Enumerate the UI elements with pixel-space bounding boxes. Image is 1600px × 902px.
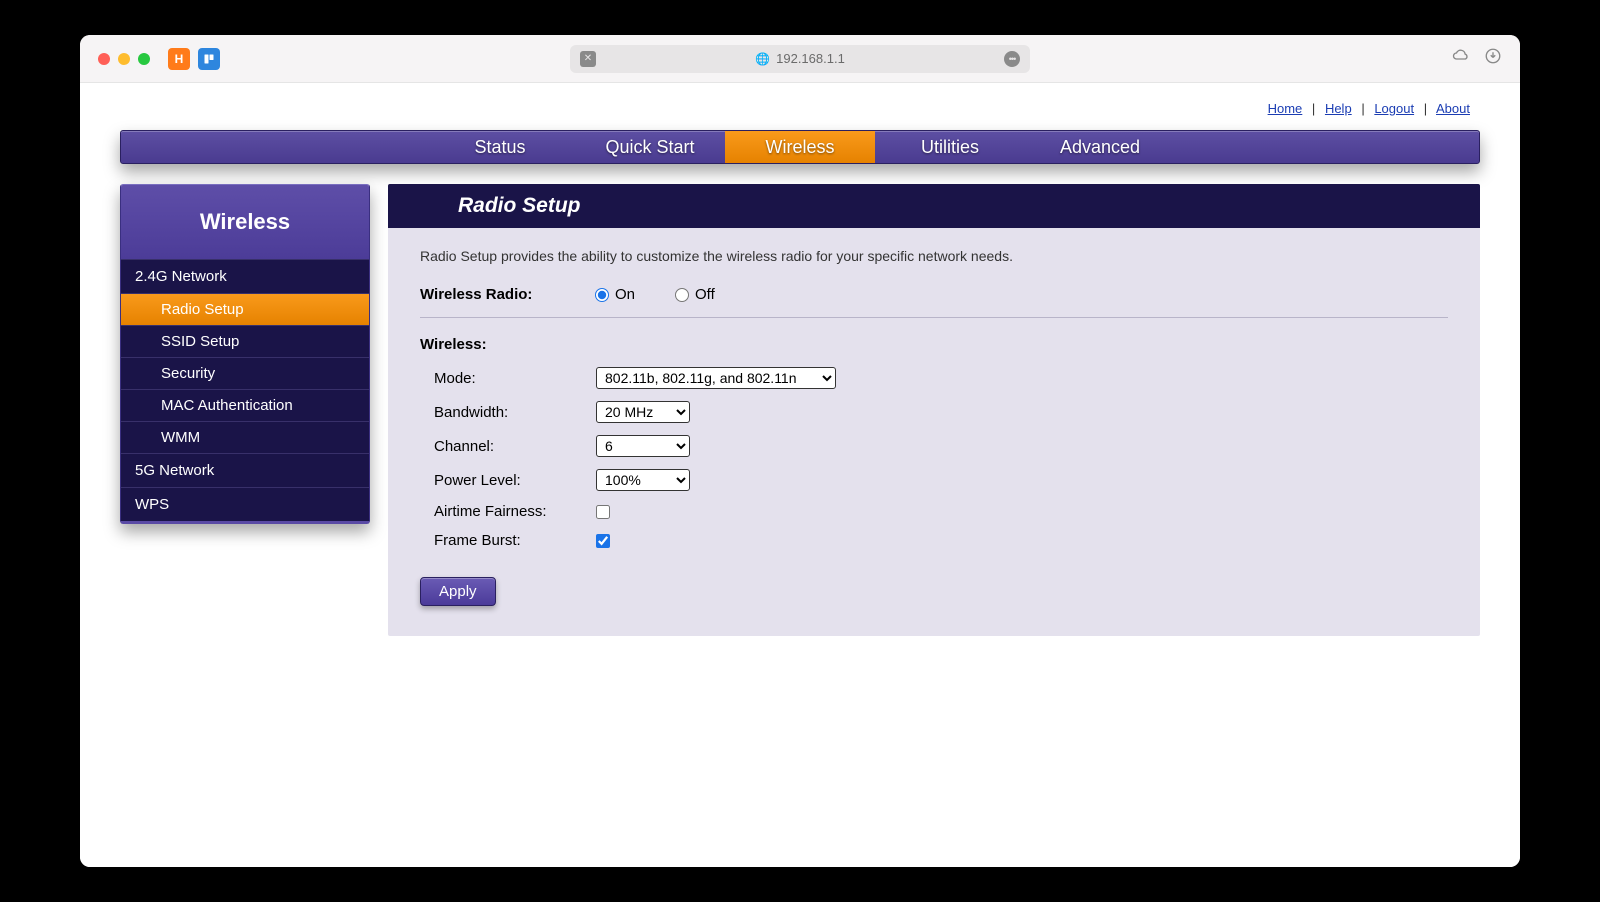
sidebar-section-5g[interactable]: 5G Network — [121, 453, 369, 487]
separator: | — [1361, 101, 1364, 116]
sidebar-section-wps[interactable]: WPS — [121, 487, 369, 521]
window-maximize-icon[interactable] — [138, 53, 150, 65]
frameburst-checkbox[interactable] — [596, 534, 610, 548]
panel: Radio Setup Radio Setup provides the abi… — [388, 184, 1480, 636]
panel-title: Radio Setup — [388, 184, 1480, 228]
bandwidth-row: Bandwidth: 20 MHz — [420, 401, 1448, 423]
link-logout[interactable]: Logout — [1374, 101, 1414, 116]
mode-select[interactable]: 802.11b, 802.11g, and 802.11n — [596, 367, 836, 389]
frameburst-row: Frame Burst: — [420, 532, 1448, 549]
page-content: Home | Help | Logout | About Status Quic… — [80, 83, 1520, 867]
apply-button[interactable]: Apply — [420, 577, 496, 606]
sidebar-item-ssid-setup[interactable]: SSID Setup — [121, 325, 369, 357]
window-minimize-icon[interactable] — [118, 53, 130, 65]
link-help[interactable]: Help — [1325, 101, 1352, 116]
mode-label: Mode: — [434, 370, 596, 387]
extension-trello-icon[interactable] — [198, 48, 220, 70]
browser-window: H ✕ 🌐 192.168.1.1 ••• Home | Help | Log — [80, 35, 1520, 867]
sidebar-section-24g[interactable]: 2.4G Network — [121, 259, 369, 293]
url-text: 192.168.1.1 — [776, 51, 845, 66]
globe-icon: 🌐 — [755, 52, 770, 66]
power-select[interactable]: 100% — [596, 469, 690, 491]
airtime-checkbox[interactable] — [596, 505, 610, 519]
navbar: Status Quick Start Wireless Utilities Ad… — [120, 130, 1480, 164]
downloads-icon[interactable] — [1484, 47, 1502, 70]
toolbar-extensions: H — [168, 48, 220, 70]
link-about[interactable]: About — [1436, 101, 1470, 116]
link-home[interactable]: Home — [1268, 101, 1303, 116]
wireless-radio-row: Wireless Radio: On Off — [420, 286, 1448, 303]
separator: | — [1312, 101, 1315, 116]
radio-on-label[interactable]: On — [595, 286, 635, 303]
top-links: Home | Help | Logout | About — [120, 83, 1480, 130]
nav-status[interactable]: Status — [425, 131, 575, 163]
browser-chrome: H ✕ 🌐 192.168.1.1 ••• — [80, 35, 1520, 83]
radio-on-text: On — [615, 286, 635, 303]
panel-intro: Radio Setup provides the ability to cust… — [420, 248, 1448, 264]
url-bar[interactable]: ✕ 🌐 192.168.1.1 ••• — [570, 45, 1030, 73]
mode-row: Mode: 802.11b, 802.11g, and 802.11n — [420, 367, 1448, 389]
separator: | — [1424, 101, 1427, 116]
wireless-radio-label: Wireless Radio: — [420, 286, 595, 303]
traffic-lights — [98, 53, 150, 65]
wireless-section-title: Wireless: — [420, 336, 1448, 353]
bandwidth-select[interactable]: 20 MHz — [596, 401, 690, 423]
bandwidth-label: Bandwidth: — [434, 404, 596, 421]
sidebar-item-security[interactable]: Security — [121, 357, 369, 389]
radio-off-label[interactable]: Off — [675, 286, 715, 303]
panel-body: Radio Setup provides the ability to cust… — [388, 228, 1480, 636]
nav-quick-start[interactable]: Quick Start — [575, 131, 725, 163]
airtime-row: Airtime Fairness: — [420, 503, 1448, 520]
power-label: Power Level: — [434, 472, 596, 489]
window-close-icon[interactable] — [98, 53, 110, 65]
airtime-label: Airtime Fairness: — [434, 503, 596, 520]
radio-on-input[interactable] — [595, 288, 609, 302]
channel-label: Channel: — [434, 438, 596, 455]
sidebar-item-wmm[interactable]: WMM — [121, 421, 369, 453]
cloud-icon[interactable] — [1452, 47, 1470, 70]
sidebar-item-radio-setup[interactable]: Radio Setup — [121, 293, 369, 325]
channel-row: Channel: 6 — [420, 435, 1448, 457]
extension-h-icon[interactable]: H — [168, 48, 190, 70]
reader-more-icon[interactable]: ••• — [1004, 51, 1020, 67]
channel-select[interactable]: 6 — [596, 435, 690, 457]
sidebar: Wireless 2.4G Network Radio Setup SSID S… — [120, 184, 370, 524]
site-settings-icon[interactable]: ✕ — [580, 51, 596, 67]
chrome-right-icons — [1452, 47, 1502, 70]
nav-wireless[interactable]: Wireless — [725, 131, 875, 163]
radio-off-text: Off — [695, 286, 715, 303]
power-row: Power Level: 100% — [420, 469, 1448, 491]
nav-advanced[interactable]: Advanced — [1025, 131, 1175, 163]
nav-utilities[interactable]: Utilities — [875, 131, 1025, 163]
sidebar-item-mac-auth[interactable]: MAC Authentication — [121, 389, 369, 421]
divider — [420, 317, 1448, 318]
frameburst-label: Frame Burst: — [434, 532, 596, 549]
radio-off-input[interactable] — [675, 288, 689, 302]
sidebar-title: Wireless — [121, 185, 369, 259]
main-area: Wireless 2.4G Network Radio Setup SSID S… — [120, 184, 1480, 636]
